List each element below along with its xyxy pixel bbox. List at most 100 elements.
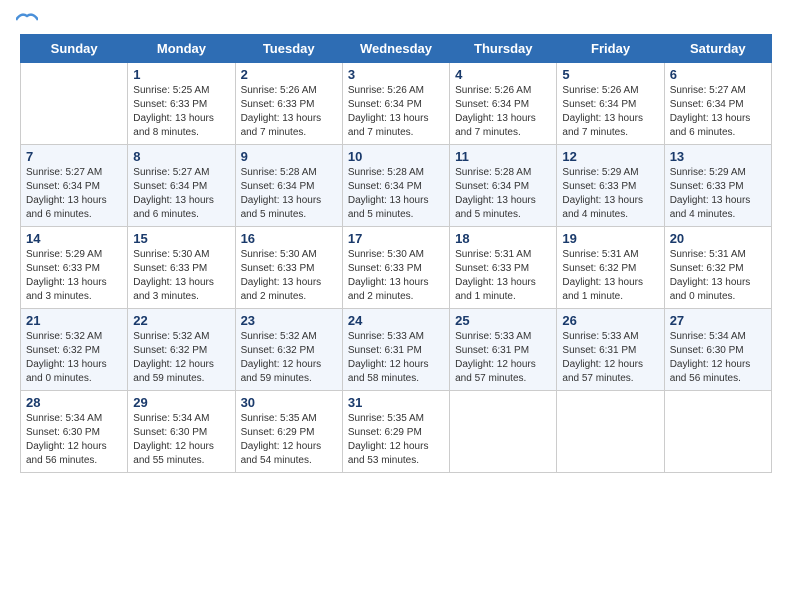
week-row-2: 7 Sunrise: 5:27 AM Sunset: 6:34 PM Daylig…	[21, 145, 772, 227]
day-number: 16	[241, 231, 337, 246]
day-number: 17	[348, 231, 444, 246]
day-info: Sunrise: 5:32 AM Sunset: 6:32 PM Dayligh…	[26, 330, 122, 386]
col-header-thursday: Thursday	[450, 35, 557, 63]
day-number: 11	[455, 149, 551, 164]
day-number: 13	[670, 149, 766, 164]
day-number: 18	[455, 231, 551, 246]
day-number: 7	[26, 149, 122, 164]
day-info: Sunrise: 5:28 AM Sunset: 6:34 PM Dayligh…	[455, 166, 551, 222]
calendar-cell	[664, 391, 771, 473]
col-header-sunday: Sunday	[21, 35, 128, 63]
calendar-cell	[450, 391, 557, 473]
calendar-cell: 15Sunrise: 5:30 AM Sunset: 6:33 PM Dayli…	[128, 227, 235, 309]
day-info: Sunrise: 5:33 AM Sunset: 6:31 PM Dayligh…	[562, 330, 658, 386]
day-info: Sunrise: 5:31 AM Sunset: 6:32 PM Dayligh…	[670, 248, 766, 304]
day-info: Sunrise: 5:29 AM Sunset: 6:33 PM Dayligh…	[26, 248, 122, 304]
day-number: 20	[670, 231, 766, 246]
day-number: 27	[670, 313, 766, 328]
calendar-cell: 21 Sunrise: 5:32 AM Sunset: 6:32 PM Dayli…	[21, 309, 128, 391]
calendar-cell: 7 Sunrise: 5:27 AM Sunset: 6:34 PM Daylig…	[21, 145, 128, 227]
day-number: 21	[26, 313, 122, 328]
day-number: 10	[348, 149, 444, 164]
day-info: Sunrise: 5:28 AM Sunset: 6:34 PM Dayligh…	[348, 166, 444, 222]
day-number: 30	[241, 395, 337, 410]
calendar-cell: 13 Sunrise: 5:29 AM Sunset: 6:33 PM Dayli…	[664, 145, 771, 227]
day-number: 23	[241, 313, 337, 328]
day-number: 19	[562, 231, 658, 246]
day-number: 2	[241, 67, 337, 82]
day-info: Sunrise: 5:34 AM Sunset: 6:30 PM Dayligh…	[133, 412, 229, 468]
day-number: 25	[455, 313, 551, 328]
day-info: Sunrise: 5:34 AM Sunset: 6:30 PM Dayligh…	[26, 412, 122, 468]
calendar-cell: 10 Sunrise: 5:28 AM Sunset: 6:34 PM Dayli…	[342, 145, 449, 227]
day-info: Sunrise: 5:34 AM Sunset: 6:30 PM Dayligh…	[670, 330, 766, 386]
week-row-4: 21 Sunrise: 5:32 AM Sunset: 6:32 PM Dayli…	[21, 309, 772, 391]
calendar-cell: 20 Sunrise: 5:31 AM Sunset: 6:32 PM Dayli…	[664, 227, 771, 309]
day-number: 12	[562, 149, 658, 164]
day-info: Sunrise: 5:30 AM Sunset: 6:33 PM Dayligh…	[133, 248, 229, 304]
calendar-cell: 27 Sunrise: 5:34 AM Sunset: 6:30 PM Dayli…	[664, 309, 771, 391]
calendar-cell: 22 Sunrise: 5:32 AM Sunset: 6:32 PM Dayli…	[128, 309, 235, 391]
calendar-cell: 28 Sunrise: 5:34 AM Sunset: 6:30 PM Dayli…	[21, 391, 128, 473]
calendar-header-row: SundayMondayTuesdayWednesdayThursdayFrid…	[21, 35, 772, 63]
calendar-cell: 5 Sunrise: 5:26 AM Sunset: 6:34 PM Daylig…	[557, 63, 664, 145]
day-number: 31	[348, 395, 444, 410]
day-info: Sunrise: 5:26 AM Sunset: 6:33 PM Dayligh…	[241, 84, 337, 140]
day-number: 8	[133, 149, 229, 164]
calendar-cell: 30 Sunrise: 5:35 AM Sunset: 6:29 PM Dayli…	[235, 391, 342, 473]
day-info: Sunrise: 5:32 AM Sunset: 6:32 PM Dayligh…	[241, 330, 337, 386]
day-info: Sunrise: 5:33 AM Sunset: 6:31 PM Dayligh…	[348, 330, 444, 386]
day-info: Sunrise: 5:27 AM Sunset: 6:34 PM Dayligh…	[670, 84, 766, 140]
day-number: 1	[133, 67, 229, 82]
day-number: 24	[348, 313, 444, 328]
day-info: Sunrise: 5:27 AM Sunset: 6:34 PM Dayligh…	[26, 166, 122, 222]
day-info: Sunrise: 5:31 AM Sunset: 6:33 PM Dayligh…	[455, 248, 551, 304]
day-number: 5	[562, 67, 658, 82]
col-header-friday: Friday	[557, 35, 664, 63]
calendar-cell: 24 Sunrise: 5:33 AM Sunset: 6:31 PM Dayli…	[342, 309, 449, 391]
day-info: Sunrise: 5:26 AM Sunset: 6:34 PM Dayligh…	[348, 84, 444, 140]
calendar-cell: 6 Sunrise: 5:27 AM Sunset: 6:34 PM Daylig…	[664, 63, 771, 145]
calendar-cell: 12 Sunrise: 5:29 AM Sunset: 6:33 PM Dayli…	[557, 145, 664, 227]
day-info: Sunrise: 5:29 AM Sunset: 6:33 PM Dayligh…	[670, 166, 766, 222]
day-number: 4	[455, 67, 551, 82]
week-row-5: 28 Sunrise: 5:34 AM Sunset: 6:30 PM Dayli…	[21, 391, 772, 473]
day-info: Sunrise: 5:35 AM Sunset: 6:29 PM Dayligh…	[348, 412, 444, 468]
day-info: Sunrise: 5:32 AM Sunset: 6:32 PM Dayligh…	[133, 330, 229, 386]
week-row-3: 14 Sunrise: 5:29 AM Sunset: 6:33 PM Dayli…	[21, 227, 772, 309]
day-number: 22	[133, 313, 229, 328]
calendar-cell: 29Sunrise: 5:34 AM Sunset: 6:30 PM Dayli…	[128, 391, 235, 473]
calendar-cell: 8 Sunrise: 5:27 AM Sunset: 6:34 PM Daylig…	[128, 145, 235, 227]
calendar-cell: 14 Sunrise: 5:29 AM Sunset: 6:33 PM Dayli…	[21, 227, 128, 309]
col-header-wednesday: Wednesday	[342, 35, 449, 63]
calendar-cell	[21, 63, 128, 145]
calendar-table: SundayMondayTuesdayWednesdayThursdayFrid…	[20, 34, 772, 473]
day-number: 9	[241, 149, 337, 164]
calendar-cell: 17Sunrise: 5:30 AM Sunset: 6:33 PM Dayli…	[342, 227, 449, 309]
calendar-cell: 3 Sunrise: 5:26 AM Sunset: 6:34 PM Daylig…	[342, 63, 449, 145]
day-info: Sunrise: 5:27 AM Sunset: 6:34 PM Dayligh…	[133, 166, 229, 222]
day-info: Sunrise: 5:33 AM Sunset: 6:31 PM Dayligh…	[455, 330, 551, 386]
calendar-cell: 1Sunrise: 5:25 AM Sunset: 6:33 PM Daylig…	[128, 63, 235, 145]
calendar-cell: 11 Sunrise: 5:28 AM Sunset: 6:34 PM Dayli…	[450, 145, 557, 227]
calendar-cell: 26 Sunrise: 5:33 AM Sunset: 6:31 PM Dayli…	[557, 309, 664, 391]
day-number: 26	[562, 313, 658, 328]
col-header-saturday: Saturday	[664, 35, 771, 63]
day-number: 28	[26, 395, 122, 410]
day-number: 3	[348, 67, 444, 82]
day-info: Sunrise: 5:35 AM Sunset: 6:29 PM Dayligh…	[241, 412, 337, 468]
day-info: Sunrise: 5:30 AM Sunset: 6:33 PM Dayligh…	[241, 248, 337, 304]
calendar-cell: 16 Sunrise: 5:30 AM Sunset: 6:33 PM Dayli…	[235, 227, 342, 309]
calendar-cell: 9Sunrise: 5:28 AM Sunset: 6:34 PM Daylig…	[235, 145, 342, 227]
day-info: Sunrise: 5:31 AM Sunset: 6:32 PM Dayligh…	[562, 248, 658, 304]
calendar-cell: 19 Sunrise: 5:31 AM Sunset: 6:32 PM Dayli…	[557, 227, 664, 309]
calendar-cell: 2 Sunrise: 5:26 AM Sunset: 6:33 PM Daylig…	[235, 63, 342, 145]
day-info: Sunrise: 5:26 AM Sunset: 6:34 PM Dayligh…	[562, 84, 658, 140]
day-number: 6	[670, 67, 766, 82]
calendar-cell: 31 Sunrise: 5:35 AM Sunset: 6:29 PM Dayli…	[342, 391, 449, 473]
col-header-tuesday: Tuesday	[235, 35, 342, 63]
day-info: Sunrise: 5:29 AM Sunset: 6:33 PM Dayligh…	[562, 166, 658, 222]
col-header-monday: Monday	[128, 35, 235, 63]
week-row-1: 1Sunrise: 5:25 AM Sunset: 6:33 PM Daylig…	[21, 63, 772, 145]
day-number: 14	[26, 231, 122, 246]
